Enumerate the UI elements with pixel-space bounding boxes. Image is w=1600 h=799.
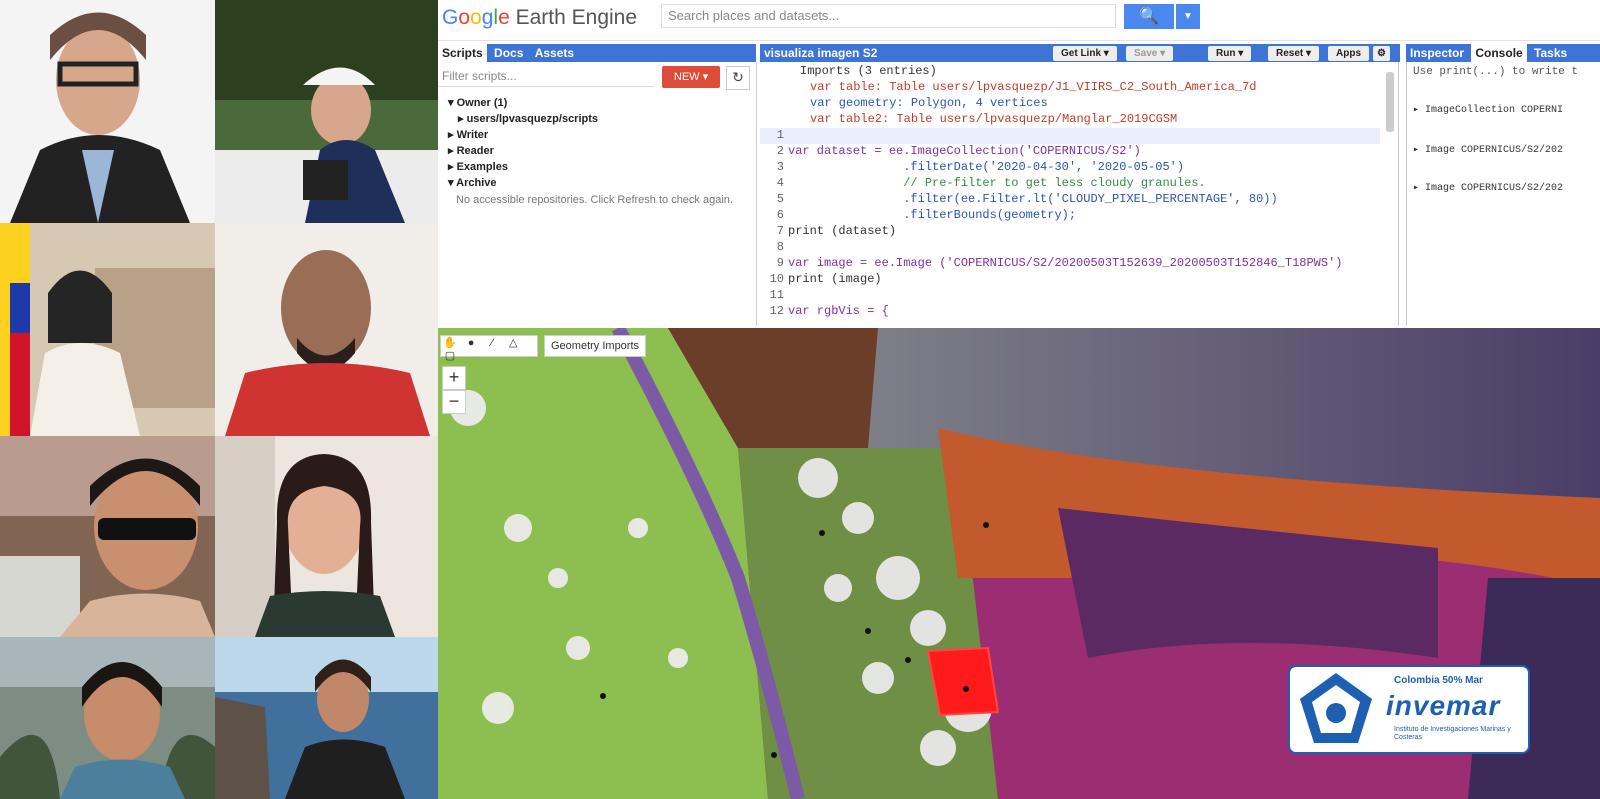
tree-examples[interactable]: ▸ Examples — [448, 160, 508, 173]
chevron-down-icon: ▼ — [1183, 11, 1193, 22]
run-button[interactable]: Run ▾ — [1208, 46, 1252, 61]
editor-lines: 1 2 var dataset = ee.ImageCollection('CO… — [760, 128, 1380, 326]
top-bar: Google Earth Engine Search places and da… — [438, 0, 1600, 41]
get-link-button[interactable]: Get Link ▾ — [1053, 46, 1117, 61]
code-line: .filterBounds(geometry); — [788, 208, 1077, 222]
import-table2[interactable]: var table2: Table users/lpvasquezp/Mangl… — [810, 112, 1177, 126]
line-number: 4 — [776, 176, 784, 190]
console-panel-tabs: Inspector Console Tasks — [1406, 44, 1600, 62]
tab-console[interactable]: Console — [1471, 44, 1527, 62]
imports-header[interactable]: Imports (3 entries) — [800, 64, 937, 78]
polygon-icon[interactable]: △ — [504, 336, 522, 349]
line-number: 12 — [769, 304, 784, 318]
line-number: 2 — [776, 144, 784, 158]
refresh-icon: ↻ — [732, 69, 744, 85]
zoom-in-button[interactable]: + — [442, 366, 466, 390]
editor-scrollbar[interactable] — [1386, 72, 1394, 132]
invemar-logo: Colombia 50% Mar invemar Instituto de In… — [1288, 665, 1530, 754]
tab-inspector[interactable]: Inspector — [1406, 44, 1468, 62]
code-line: var image = ee.Image ('COPERNICUS/S2/202… — [788, 256, 1343, 270]
participant-photo-5 — [0, 436, 215, 637]
invemar-emblem-icon — [1300, 673, 1372, 743]
earth-engine-window: Google Earth Engine Search places and da… — [438, 0, 1600, 799]
earth-engine-wordmark: Earth Engine — [515, 6, 638, 29]
participant-photo-1 — [0, 0, 215, 223]
line-number: 10 — [769, 272, 784, 286]
tab-tasks[interactable]: Tasks — [1530, 44, 1571, 62]
participant-photo-7 — [0, 637, 215, 799]
search-icon: 🔍 — [1139, 8, 1159, 25]
search-options-button[interactable]: ▼ — [1176, 4, 1200, 29]
participant-photo-6 — [215, 436, 438, 637]
refresh-button[interactable]: ↻ — [726, 66, 750, 90]
code-line: .filterDate('2020-04-30', '2020-05-05') — [788, 160, 1185, 174]
tab-scripts[interactable]: Scripts — [438, 44, 487, 62]
tree-owner[interactable]: ▾ Owner (1) — [448, 96, 507, 109]
console-panel: Use print(...) to write t ▸ ImageCollect… — [1406, 62, 1600, 326]
gear-icon: ⚙ — [1377, 48, 1386, 59]
save-button[interactable]: Save ▾ — [1126, 46, 1174, 61]
archive-note: No accessible repositories. Click Refres… — [456, 194, 733, 206]
app-logo: Google Earth Engine — [442, 6, 638, 29]
settings-button[interactable]: ⚙ — [1373, 46, 1390, 61]
tab-docs[interactable]: Docs — [490, 44, 527, 62]
participant-photo-3 — [0, 223, 215, 436]
logo-subtitle: Instituto de Investigaciones Marinas y C… — [1394, 726, 1511, 741]
scripts-panel: Filter scripts... NEW ▾ ↻ ▾ Owner (1) ▸ … — [438, 62, 757, 326]
code-editor[interactable]: Imports (3 entries) var table: Table use… — [760, 62, 1399, 326]
tab-assets[interactable]: Assets — [531, 44, 578, 62]
geometry-imports-button[interactable]: Geometry Imports — [544, 335, 647, 357]
code-line: .filter(ee.Filter.lt('CLOUDY_PIXEL_PERCE… — [788, 192, 1278, 206]
zoom-out-button[interactable]: − — [442, 390, 466, 414]
code-line: // Pre-filter to get less cloudy granule… — [788, 176, 1206, 190]
logo-title: invemar — [1386, 690, 1501, 721]
reset-button[interactable]: Reset ▾ — [1268, 46, 1320, 61]
tree-reader[interactable]: ▸ Reader — [448, 144, 494, 157]
code-line: var rgbVis = { — [788, 304, 889, 318]
marker-icon[interactable]: ● — [462, 337, 480, 349]
search-input[interactable]: Search places and datasets... — [661, 4, 1116, 28]
line-number: 9 — [776, 256, 784, 270]
participant-photo-4 — [215, 223, 438, 436]
console-entry[interactable]: ▸ Image COPERNICUS/S2/202 — [1413, 182, 1563, 194]
code-line: print (dataset) — [788, 224, 897, 238]
scripts-panel-tabs: Scripts Docs Assets — [438, 44, 756, 62]
line-number: 5 — [776, 192, 784, 206]
line-number: 3 — [776, 160, 784, 174]
console-hint: Use print(...) to write t — [1413, 66, 1579, 78]
hand-icon[interactable]: ✋ — [441, 336, 459, 349]
tree-writer[interactable]: ▸ Writer — [448, 128, 488, 141]
logo-small-text: Colombia 50% Mar — [1394, 675, 1483, 686]
console-entry[interactable]: ▸ ImageCollection COPERNI — [1413, 104, 1563, 116]
search-button[interactable]: 🔍 — [1124, 4, 1174, 29]
drawing-tools: ✋ ● ∕ △ ▢ — [440, 335, 538, 362]
participant-photo-8 — [215, 637, 438, 799]
new-script-button[interactable]: NEW ▾ — [662, 66, 720, 88]
code-line: print (image) — [788, 272, 882, 286]
current-line-highlight — [760, 128, 1380, 144]
line-icon[interactable]: ∕ — [483, 337, 501, 349]
apps-button[interactable]: Apps — [1328, 46, 1369, 61]
line-number: 6 — [776, 208, 784, 222]
tree-archive[interactable]: ▾ Archive — [448, 176, 497, 189]
line-number: 7 — [776, 224, 784, 238]
line-number: 1 — [776, 128, 784, 142]
tree-user-scripts[interactable]: ▸ users/lpvasquezp/scripts — [458, 112, 598, 125]
participant-photo-2 — [215, 0, 438, 223]
import-table[interactable]: var table: Table users/lpvasquezp/J1_VII… — [810, 80, 1256, 94]
participants-gallery — [0, 0, 438, 799]
line-number: 11 — [769, 288, 784, 302]
code-line: var dataset = ee.ImageCollection('COPERN… — [788, 144, 1141, 158]
line-number: 8 — [776, 240, 784, 254]
script-title: visualiza imagen S2 — [764, 46, 878, 60]
console-entry[interactable]: ▸ Image COPERNICUS/S2/202 — [1413, 144, 1563, 156]
filter-scripts-input[interactable]: Filter scripts... — [438, 66, 654, 87]
rectangle-icon[interactable]: ▢ — [441, 349, 459, 362]
import-geometry[interactable]: var geometry: Polygon, 4 vertices — [810, 96, 1048, 110]
